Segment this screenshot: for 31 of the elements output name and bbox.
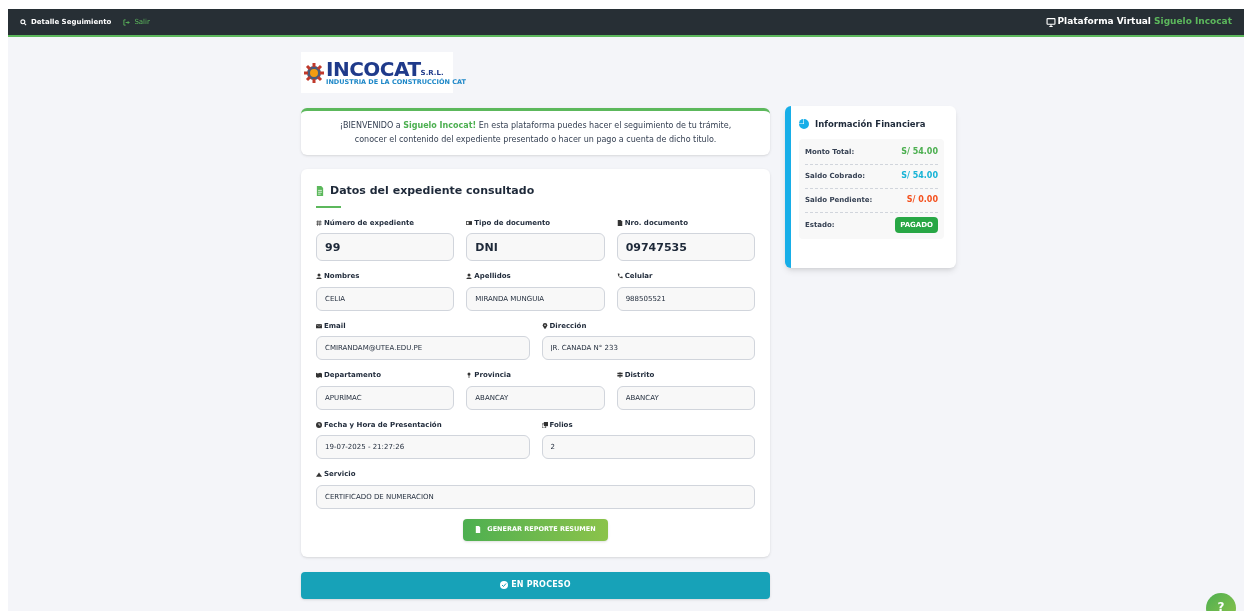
finance-amount: S/ 54.00	[901, 146, 938, 159]
logo-name: INCOCAT	[326, 59, 421, 80]
phone-icon	[616, 273, 623, 280]
map-icon	[316, 372, 322, 379]
copy-icon	[541, 421, 548, 428]
hash-icon	[316, 219, 322, 226]
clock-icon	[316, 421, 322, 428]
user-icon	[316, 273, 322, 280]
gear-icon	[304, 62, 324, 83]
welcome-message: ¡BIENVENIDO a Siguelo Incocat! En esta plataforma puedes hacer el seguimiento de tu trámite, conocer el contenido del expediente presentado o hacer un pago a cuenta de dicho titulo.	[338, 120, 733, 146]
envelope-icon	[316, 322, 322, 329]
platform-title: Plataforma Virtual Siguelo Incocat	[1057, 15, 1232, 29]
document-icon	[316, 186, 324, 197]
id-card-icon	[466, 219, 473, 226]
exit-icon	[123, 18, 131, 26]
user-icon	[466, 273, 473, 280]
input-field[interactable]: DNI	[466, 233, 605, 261]
pushpin-icon	[466, 372, 473, 379]
input-field[interactable]: 09747535	[616, 233, 755, 261]
section-title: Datos del expediente consultado	[330, 183, 535, 199]
file-icon	[475, 526, 482, 533]
finance-amount: S/ 0.00	[906, 194, 938, 207]
search-icon	[20, 18, 27, 26]
monitor-icon	[1045, 17, 1056, 27]
finance-amount: S/ 54.00	[901, 170, 938, 183]
finance-title: Información Financiera	[815, 118, 926, 131]
input-field[interactable]: 99	[316, 233, 455, 261]
map-pin-icon	[541, 322, 548, 329]
file-icon	[616, 219, 623, 226]
check-circle-icon	[500, 581, 509, 589]
pie-chart-icon	[799, 119, 809, 130]
